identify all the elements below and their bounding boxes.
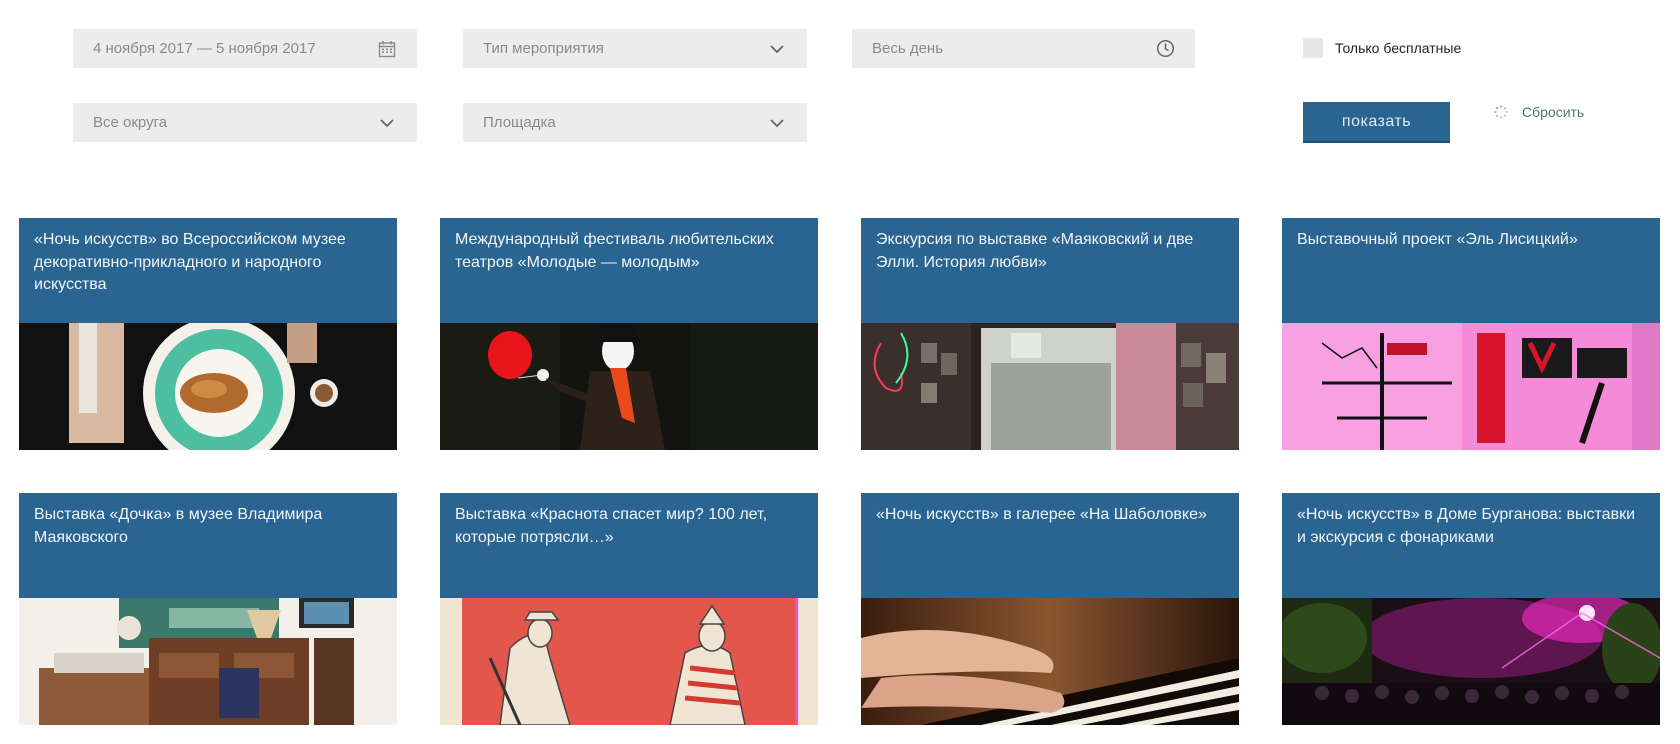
reset-button[interactable]: Сбросить bbox=[1494, 104, 1584, 120]
free-only-checkbox[interactable] bbox=[1303, 38, 1323, 58]
date-range-field[interactable]: 4 ноября 2017 — 5 ноября 2017 bbox=[73, 29, 417, 68]
event-card-image bbox=[861, 323, 1239, 450]
event-card[interactable]: «Ночь искусств» в галерее «На Шаболовке» bbox=[861, 493, 1239, 725]
calendar-icon bbox=[377, 39, 397, 59]
reset-label: Сбросить bbox=[1522, 104, 1585, 120]
time-field[interactable]: Весь день bbox=[852, 29, 1195, 68]
event-card-title: Выставочный проект «Эль Лисицкий» bbox=[1282, 218, 1660, 323]
event-card-image bbox=[19, 598, 397, 725]
event-card-image bbox=[861, 598, 1239, 725]
district-select[interactable]: Все округа bbox=[73, 103, 417, 142]
event-card-image bbox=[1282, 598, 1660, 725]
event-type-value: Тип мероприятия bbox=[483, 40, 604, 57]
event-card-title: Экскурсия по выставке «Маяковский и две … bbox=[861, 218, 1239, 323]
event-card[interactable]: Выставка «Дочка» в музее Владимира Маяко… bbox=[19, 493, 397, 725]
event-card[interactable]: Выставочный проект «Эль Лисицкий» bbox=[1282, 218, 1660, 450]
event-card-title: Международный фестиваль любительских теа… bbox=[440, 218, 818, 323]
event-card[interactable]: «Ночь искусств» в Доме Бурганова: выстав… bbox=[1282, 493, 1660, 725]
event-card-title: «Ночь искусств» в галерее «На Шаболовке» bbox=[861, 493, 1239, 598]
event-card[interactable]: Выставка «Краснота спасет мир? 100 лет, … bbox=[440, 493, 818, 725]
event-card-title: Выставка «Дочка» в музее Владимира Маяко… bbox=[19, 493, 397, 598]
event-card[interactable]: «Ночь искусств» во Всероссийском музее д… bbox=[19, 218, 397, 450]
event-card-image bbox=[440, 598, 818, 725]
spinner-icon bbox=[1494, 105, 1508, 119]
chevron-down-icon bbox=[767, 113, 787, 133]
event-card-image bbox=[440, 323, 818, 450]
chevron-down-icon bbox=[377, 113, 397, 133]
time-value: Весь день bbox=[872, 40, 944, 57]
free-only-label: Только бесплатные bbox=[1335, 40, 1462, 56]
event-card-image bbox=[19, 323, 397, 450]
event-card[interactable]: Экскурсия по выставке «Маяковский и две … bbox=[861, 218, 1239, 450]
event-card[interactable]: Международный фестиваль любительских теа… bbox=[440, 218, 818, 450]
event-card-title: «Ночь искусств» во Всероссийском музее д… bbox=[19, 218, 397, 323]
district-value: Все округа bbox=[93, 114, 168, 131]
venue-select[interactable]: Площадка bbox=[463, 103, 807, 142]
clock-icon bbox=[1155, 39, 1175, 59]
event-card-image bbox=[1282, 323, 1660, 450]
chevron-down-icon bbox=[767, 39, 787, 59]
date-range-value: 4 ноября 2017 — 5 ноября 2017 bbox=[93, 40, 316, 57]
event-card-title: Выставка «Краснота спасет мир? 100 лет, … bbox=[440, 493, 818, 598]
free-only-filter[interactable]: Только бесплатные bbox=[1303, 38, 1461, 58]
venue-value: Площадка bbox=[483, 114, 556, 131]
event-card-title: «Ночь искусств» в Доме Бурганова: выстав… bbox=[1282, 493, 1660, 598]
show-button[interactable]: показать bbox=[1303, 102, 1450, 143]
event-type-select[interactable]: Тип мероприятия bbox=[463, 29, 807, 68]
